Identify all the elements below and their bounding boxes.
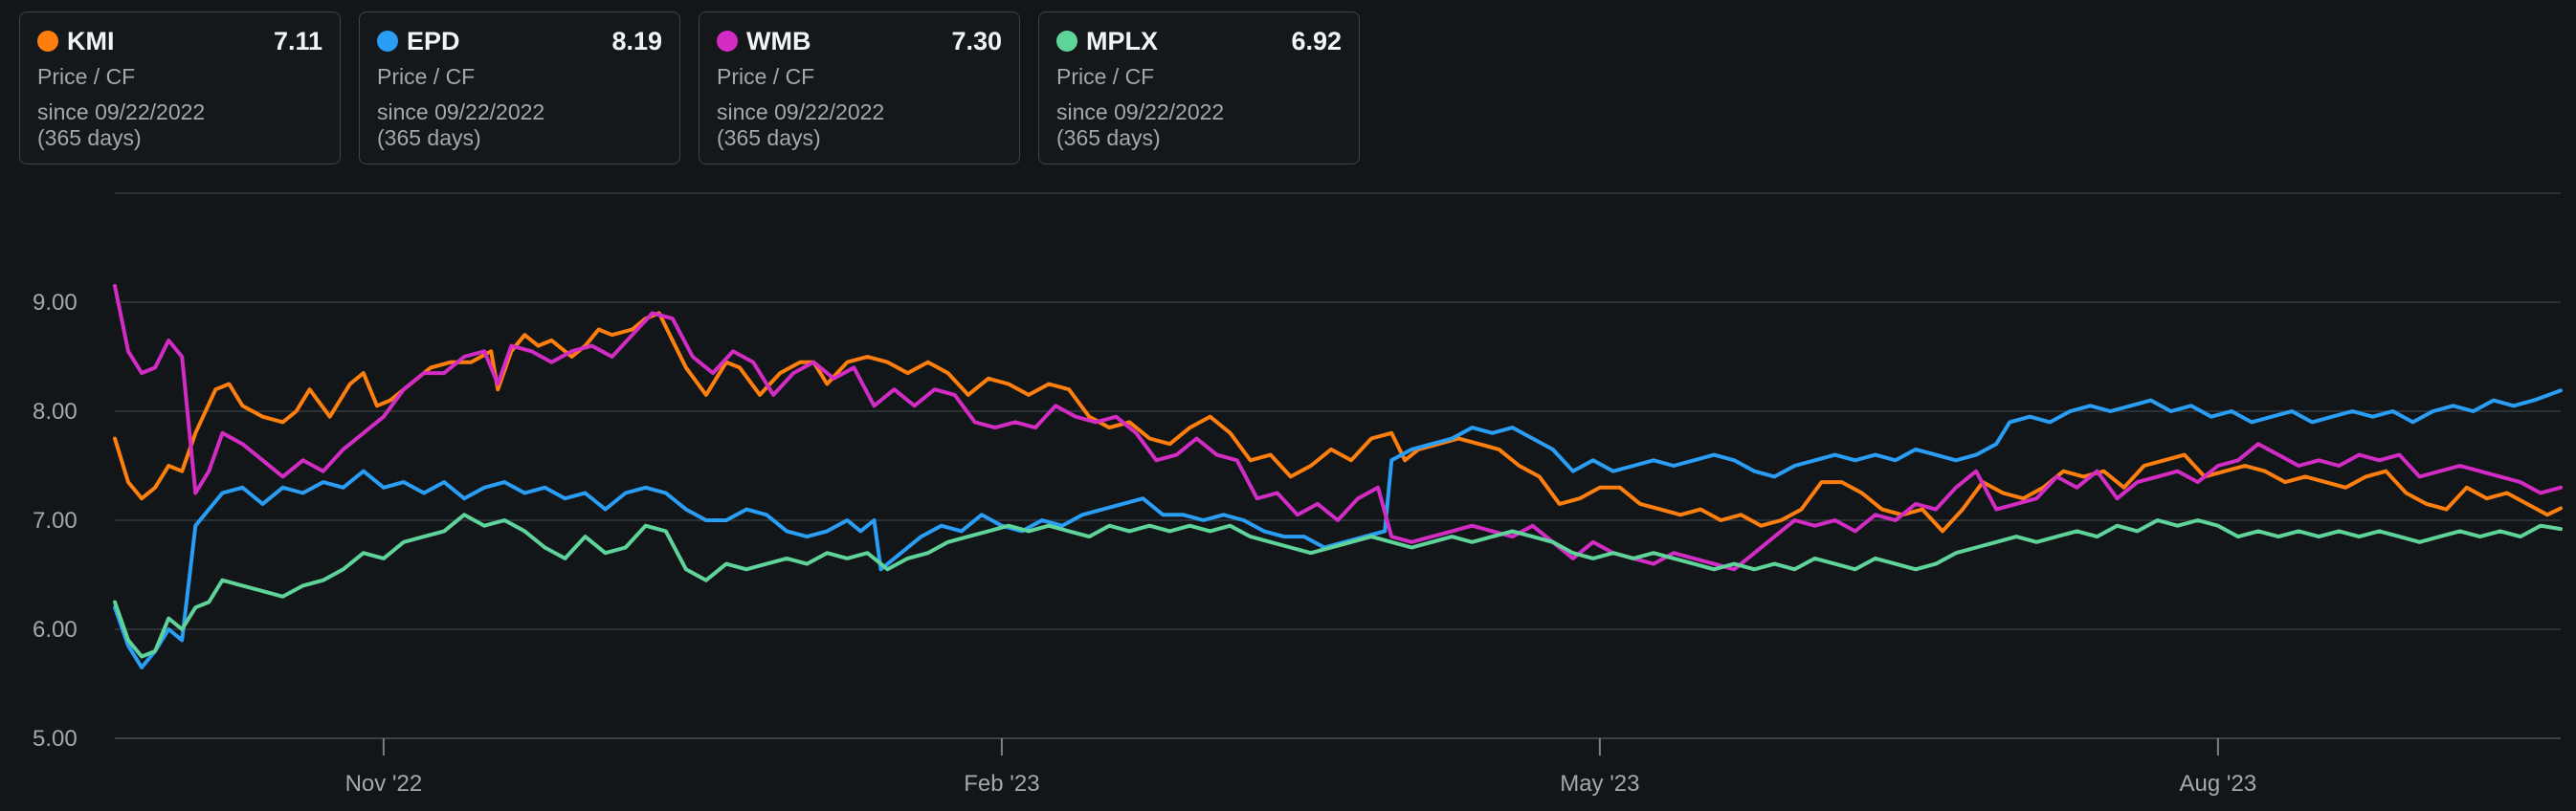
y-axis: 5.00 6.00 7.00 8.00 9.00 [33,290,78,752]
card-mplx[interactable]: MPLX 6.92 Price / CF since 09/22/2022 (3… [1038,11,1360,164]
series-lines [113,283,2563,669]
epd-legend-dot [377,31,398,52]
wmb-legend-dot [717,31,738,52]
x-tick-label: May '23 [1560,771,1639,797]
kmi-legend-dot [37,31,58,52]
mplx-legend-dot [1056,31,1077,52]
y-tick-label: 7.00 [33,508,78,534]
series-line-mplx[interactable] [113,513,2563,659]
card-value: 7.30 [951,26,1002,55]
card-metric: Price / CF [717,64,815,89]
card-since: since 09/22/2022 [377,99,545,124]
card-wmb[interactable]: WMB 7.30 Price / CF since 09/22/2022 (36… [699,11,1020,164]
summary-cards: KMI 7.11 Price / CF since 09/22/2022 (36… [19,11,1360,164]
card-ticker: WMB [746,26,811,55]
card-ticker: KMI [67,26,115,55]
card-ticker: MPLX [1086,26,1159,55]
card-value: 6.92 [1291,26,1342,55]
series-line-wmb[interactable] [113,283,2563,572]
card-ticker: EPD [407,26,460,55]
line-chart[interactable]: 5.00 6.00 7.00 8.00 9.00 Nov '22 Feb '23 May '… [0,182,2576,811]
card-metric: Price / CF [1056,64,1155,89]
card-days: (365 days) [717,125,821,150]
y-tick-label: 9.00 [33,290,78,316]
x-tick-label: Nov '22 [345,771,423,797]
card-days: (365 days) [1056,125,1161,150]
card-kmi[interactable]: KMI 7.11 Price / CF since 09/22/2022 (36… [19,11,341,164]
series-line-kmi[interactable] [113,311,2563,534]
card-value: 8.19 [611,26,662,55]
card-since: since 09/22/2022 [37,99,206,124]
y-tick-label: 8.00 [33,399,78,425]
x-tick-label: Aug '23 [2180,771,2257,797]
card-days: (365 days) [37,125,142,150]
card-metric: Price / CF [37,64,136,89]
card-days: (365 days) [377,125,481,150]
y-tick-label: 5.00 [33,726,78,752]
card-since: since 09/22/2022 [717,99,885,124]
card-since: since 09/22/2022 [1056,99,1225,124]
y-tick-label: 6.00 [33,617,78,643]
card-metric: Price / CF [377,64,476,89]
x-axis: Nov '22 Feb '23 May '23 Aug '23 [345,738,2257,797]
card-value: 7.11 [273,26,322,55]
card-epd[interactable]: EPD 8.19 Price / CF since 09/22/2022 (36… [359,11,680,164]
x-tick-label: Feb '23 [964,771,1039,797]
series-line-epd[interactable] [113,388,2563,669]
